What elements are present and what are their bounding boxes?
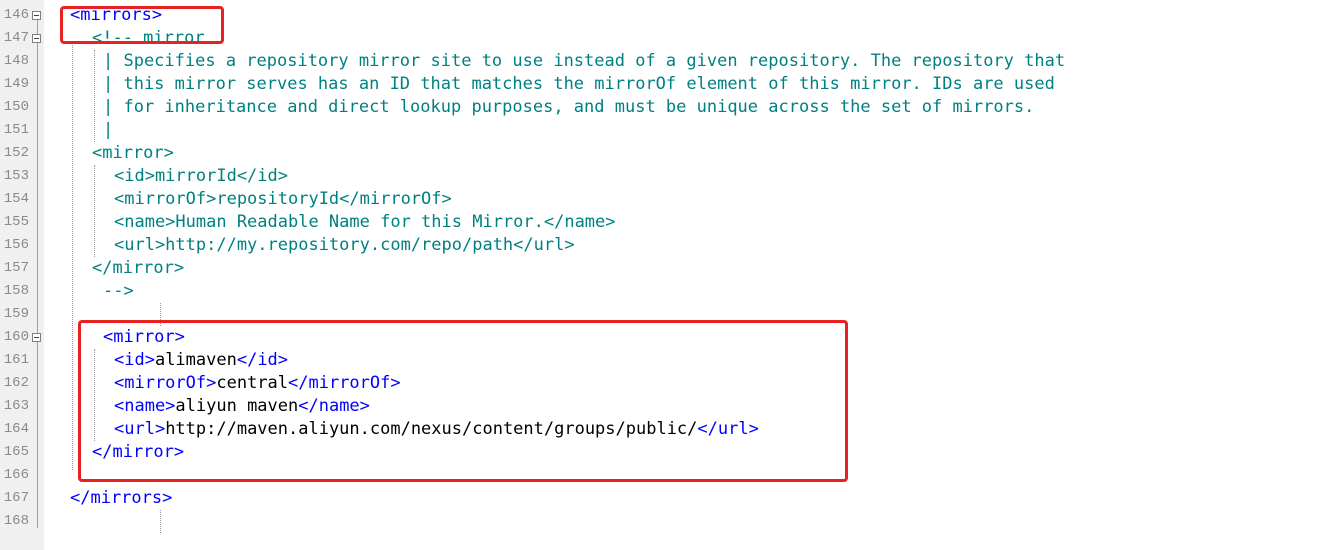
fold-toggle-icon[interactable] (32, 333, 41, 342)
line-number: 163 (3, 398, 29, 414)
line-number: 165 (3, 444, 29, 460)
line-number: 155 (3, 214, 29, 230)
fold-line (37, 43, 38, 333)
code-line-154[interactable]: <mirrorOf>repositoryId</mirrorOf> (114, 188, 452, 211)
indent-guide (94, 50, 95, 142)
indent-guide (94, 165, 95, 257)
indent-guide (160, 510, 161, 533)
line-number: 153 (3, 168, 29, 184)
fold-line (37, 342, 38, 528)
comment-text: <mirror> (92, 143, 174, 163)
comment-text: | (103, 120, 114, 140)
line-number: 160 (3, 329, 29, 345)
highlight-box-aliyun-mirror (78, 320, 848, 482)
line-number: 162 (3, 375, 29, 391)
line-number: 167 (3, 490, 29, 506)
line-number: 148 (3, 53, 29, 69)
line-number: 151 (3, 122, 29, 138)
comment-text: <url>http://my.repository.com/repo/path<… (114, 235, 575, 255)
line-number: 159 (3, 306, 29, 322)
code-line-151[interactable]: | (103, 119, 113, 142)
line-number: 149 (3, 76, 29, 92)
fold-line (37, 20, 38, 34)
code-line-153[interactable]: <id>mirrorId</id> (114, 165, 288, 188)
code-line-156[interactable]: <url>http://my.repository.com/repo/path<… (114, 234, 575, 257)
comment-text: </mirror> (92, 258, 185, 278)
comment-text: | for inheritance and direct lookup purp… (103, 97, 1035, 117)
fold-toggle-icon[interactable] (32, 11, 41, 20)
code-line-155[interactable]: <name>Human Readable Name for this Mirro… (114, 211, 616, 234)
line-number: 168 (3, 513, 29, 529)
line-number: 156 (3, 237, 29, 253)
comment-text: | Specifies a repository mirror site to … (103, 51, 1066, 71)
indent-guide (72, 42, 73, 470)
line-number: 147 (3, 30, 29, 46)
code-line-157[interactable]: </mirror> (92, 257, 184, 280)
line-number: 166 (3, 467, 29, 483)
code-line-152[interactable]: <mirror> (92, 142, 174, 165)
line-number: 164 (3, 421, 29, 437)
line-number: 158 (3, 283, 29, 299)
code-line-150[interactable]: | for inheritance and direct lookup purp… (103, 96, 1034, 119)
code-line-148[interactable]: | Specifies a repository mirror site to … (103, 50, 1065, 73)
line-number: 154 (3, 191, 29, 207)
comment-close: --> (103, 281, 134, 301)
line-number: 152 (3, 145, 29, 161)
comment-text: <id>mirrorId</id> (114, 166, 288, 186)
line-number: 157 (3, 260, 29, 276)
code-line-158[interactable]: --> (103, 280, 134, 303)
comment-text: <mirrorOf>repositoryId</mirrorOf> (114, 189, 452, 209)
line-number: 150 (3, 99, 29, 115)
mirrors-close-tag: </mirrors> (70, 488, 173, 508)
line-number: 146 (3, 7, 29, 23)
line-number: 161 (3, 352, 29, 368)
fold-toggle-icon[interactable] (32, 34, 41, 43)
comment-text: | this mirror serves has an ID that matc… (103, 74, 1055, 94)
code-line-167[interactable]: </mirrors> (70, 487, 172, 510)
comment-text: <name>Human Readable Name for this Mirro… (114, 212, 616, 232)
highlight-box-mirrors-tag (60, 6, 224, 44)
code-line-149[interactable]: | this mirror serves has an ID that matc… (103, 73, 1055, 96)
